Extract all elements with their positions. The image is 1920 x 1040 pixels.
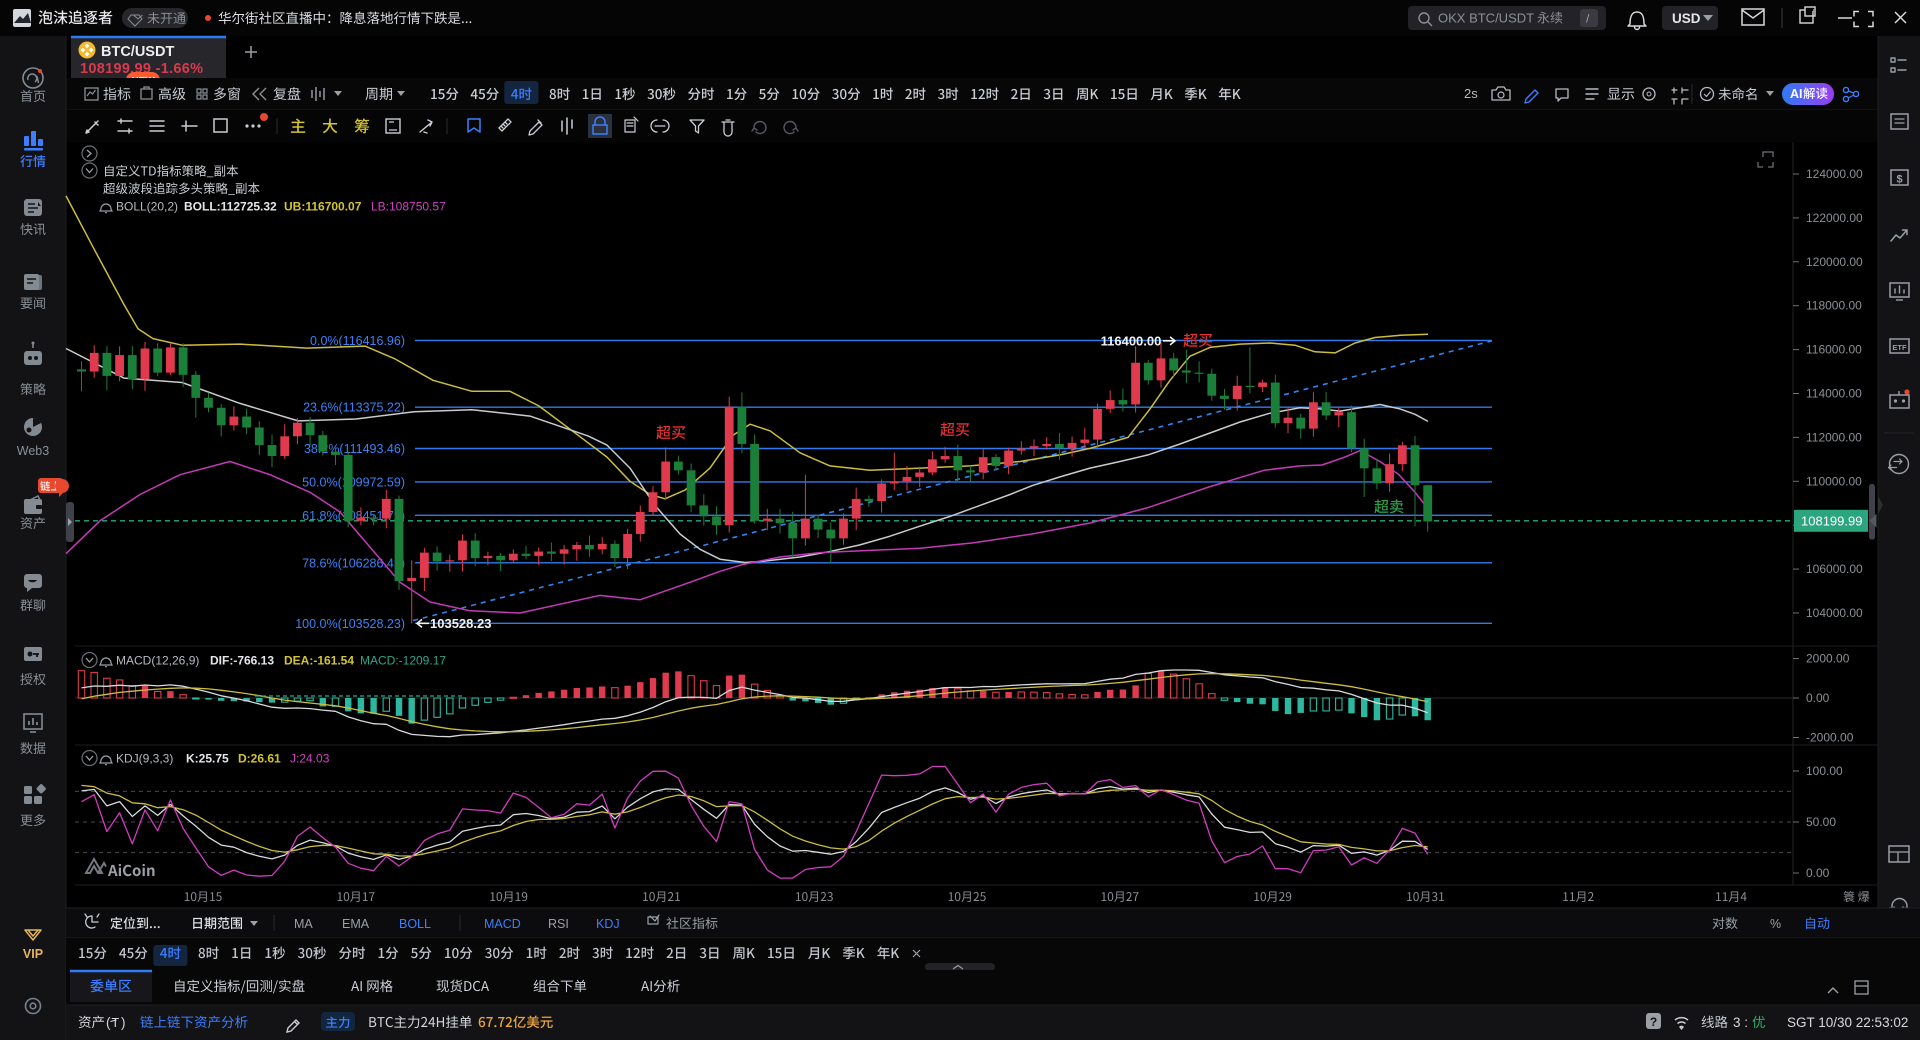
svg-text:J:24.03: J:24.03 <box>290 752 330 766</box>
svg-text:LB:108750.57: LB:108750.57 <box>371 200 446 214</box>
svg-text:?: ? <box>1650 1015 1657 1029</box>
svg-text:78.6%(106286.42): 78.6%(106286.42) <box>302 556 405 570</box>
svg-text:ETF: ETF <box>1892 343 1907 352</box>
svg-text:RSI: RSI <box>548 917 569 931</box>
svg-text:(: ( <box>106 1015 111 1030</box>
svg-text:50.00: 50.00 <box>1806 815 1836 829</box>
svg-text:0.00: 0.00 <box>1806 866 1830 880</box>
svg-text:108199.99: 108199.99 <box>1801 513 1862 528</box>
svg-text:AI: AI <box>1790 87 1803 101</box>
svg-text:3 :: 3 : <box>1733 1015 1748 1030</box>
svg-text:MA: MA <box>294 917 313 931</box>
svg-text:2000.00: 2000.00 <box>1806 652 1850 666</box>
svg-text:MACD(12,26,9): MACD(12,26,9) <box>116 654 199 668</box>
svg-text:100.00: 100.00 <box>1806 764 1843 778</box>
svg-text:KDJ: KDJ <box>596 917 620 931</box>
svg-text:MACD: MACD <box>484 917 521 931</box>
svg-text:BOLL: BOLL <box>399 917 431 931</box>
svg-text:K:25.75: K:25.75 <box>186 752 229 766</box>
svg-text:BOLL(20,2): BOLL(20,2) <box>116 200 178 214</box>
svg-text:SGT 10/30 22:53:02: SGT 10/30 22:53:02 <box>1787 1015 1908 1030</box>
svg-text:%: % <box>1770 917 1781 931</box>
svg-text:124000.00: 124000.00 <box>1806 167 1863 181</box>
svg-text:118000.00: 118000.00 <box>1806 299 1862 313</box>
svg-text:-2000.00: -2000.00 <box>1806 731 1854 745</box>
svg-text:122000.00: 122000.00 <box>1806 211 1863 225</box>
svg-text:BOLL:112725.32: BOLL:112725.32 <box>184 200 277 214</box>
svg-text:$: $ <box>1896 174 1902 186</box>
svg-text:120000.00: 120000.00 <box>1806 255 1863 269</box>
svg-text:OKX BTC/USDT: OKX BTC/USDT <box>1438 11 1534 26</box>
svg-text:UB:116700.07: UB:116700.07 <box>284 200 362 214</box>
svg-text:DIF:-766.13: DIF:-766.13 <box>210 654 274 668</box>
svg-text:110000.00: 110000.00 <box>1806 474 1862 488</box>
svg-text:116000.00: 116000.00 <box>1806 343 1862 357</box>
svg-text:D:26.61: D:26.61 <box>238 752 281 766</box>
svg-text:100.0%(103528.23): 100.0%(103528.23) <box>295 617 405 631</box>
svg-text:DEA:-161.54: DEA:-161.54 <box>284 654 354 668</box>
svg-text:T: T <box>112 1016 120 1030</box>
svg-text:0.00: 0.00 <box>1806 691 1830 705</box>
svg-text:KDJ(9,3,3): KDJ(9,3,3) <box>116 752 173 766</box>
svg-text:50.0%(109972.59): 50.0%(109972.59) <box>302 475 405 489</box>
svg-text:106000.00: 106000.00 <box>1806 562 1863 576</box>
svg-text:Web3: Web3 <box>17 444 49 458</box>
svg-text:USD: USD <box>1672 11 1701 26</box>
svg-text:112000.00: 112000.00 <box>1806 430 1862 444</box>
svg-text:BTC/USDT: BTC/USDT <box>101 44 174 60</box>
svg-text:23.6%(113375.22): 23.6%(113375.22) <box>303 401 405 415</box>
svg-text:2s: 2s <box>1464 86 1478 101</box>
svg-text:): ) <box>121 1015 126 1030</box>
svg-text:VIP: VIP <box>23 947 43 961</box>
svg-text:EMA: EMA <box>342 917 370 931</box>
svg-text:103528.23: 103528.23 <box>430 616 491 631</box>
svg-text:MACD:-1209.17: MACD:-1209.17 <box>360 654 446 668</box>
svg-text:114000.00: 114000.00 <box>1806 386 1862 400</box>
svg-text:116400.00: 116400.00 <box>1101 333 1162 348</box>
svg-text:104000.00: 104000.00 <box>1806 606 1863 620</box>
